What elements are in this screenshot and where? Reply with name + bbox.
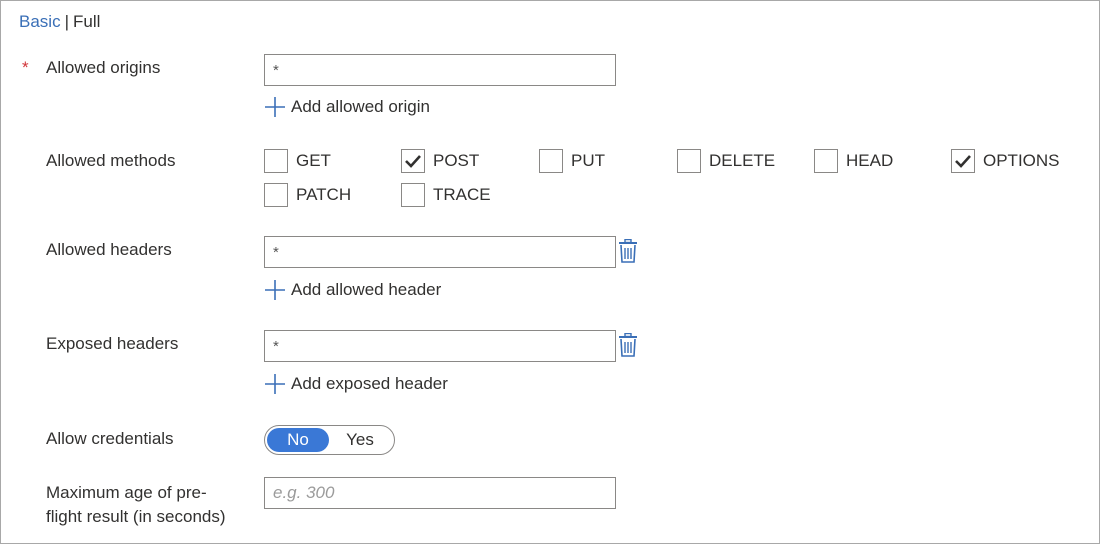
exposed-header-input[interactable]: * <box>264 330 616 362</box>
method-label-delete: DELETE <box>709 151 776 170</box>
method-label-head: HEAD <box>846 151 894 170</box>
add-allowed-origin-label: Add allowed origin <box>291 97 430 116</box>
method-checkbox-options[interactable]: OPTIONS <box>951 149 1060 173</box>
add-exposed-header-label: Add exposed header <box>291 374 448 393</box>
method-label-options: OPTIONS <box>983 151 1060 170</box>
allowed-origin-input[interactable]: * <box>264 54 616 86</box>
checkbox-box[interactable] <box>951 149 975 173</box>
allowed-headers-label: Allowed headers <box>46 240 172 259</box>
plus-icon <box>265 280 285 300</box>
add-allowed-header-button[interactable]: Add allowed header <box>264 279 441 301</box>
checkbox-box[interactable] <box>264 149 288 173</box>
method-checkbox-post[interactable]: POST <box>401 149 479 173</box>
add-exposed-header-button[interactable]: Add exposed header <box>264 373 448 395</box>
allow-credentials-toggle[interactable]: No Yes <box>264 425 395 455</box>
add-allowed-origin-button[interactable]: Add allowed origin <box>264 96 430 118</box>
exposed-headers-label: Exposed headers <box>46 334 179 353</box>
method-checkbox-trace[interactable]: TRACE <box>401 183 491 207</box>
checkmark-icon <box>955 155 971 168</box>
checkbox-box[interactable] <box>264 183 288 207</box>
checkbox-box[interactable] <box>677 149 701 173</box>
plus-icon <box>265 374 285 394</box>
allowed-origins-label: Allowed origins <box>46 58 161 77</box>
mode-switch: Basic | Full <box>19 12 100 32</box>
mode-separator: | <box>64 12 69 31</box>
checkbox-box[interactable] <box>539 149 563 173</box>
method-label-put: PUT <box>571 151 605 170</box>
method-label-get: GET <box>296 151 331 170</box>
method-checkbox-get[interactable]: GET <box>264 149 331 173</box>
method-label-patch: PATCH <box>296 185 352 204</box>
credentials-yes-option[interactable]: Yes <box>329 428 391 452</box>
full-mode-link[interactable]: Full <box>73 12 100 31</box>
add-allowed-header-label: Add allowed header <box>291 280 442 299</box>
checkbox-box[interactable] <box>401 183 425 207</box>
method-checkbox-put[interactable]: PUT <box>539 149 605 173</box>
delete-exposed-header-trash-icon[interactable] <box>617 333 639 357</box>
max-age-placeholder: e.g. 300 <box>273 483 335 502</box>
cors-settings-panel: Basic | Full * Allowed origins * Add allow… <box>0 0 1100 544</box>
method-checkbox-head[interactable]: HEAD <box>814 149 893 173</box>
method-checkbox-patch[interactable]: PATCH <box>264 183 351 207</box>
required-marker: * <box>22 58 29 77</box>
max-age-label-line2: flight result (in seconds) <box>46 507 226 526</box>
allowed-header-input[interactable]: * <box>264 236 616 268</box>
delete-allowed-header-trash-icon[interactable] <box>617 239 639 263</box>
method-label-post: POST <box>433 151 480 170</box>
allowed-header-value: * <box>273 243 279 261</box>
checkbox-box[interactable] <box>401 149 425 173</box>
allowed-methods-label: Allowed methods <box>46 151 176 170</box>
checkbox-box[interactable] <box>814 149 838 173</box>
allowed-origin-value: * <box>273 61 279 79</box>
max-age-label-line1: Maximum age of pre- <box>46 483 207 502</box>
max-age-input[interactable]: e.g. 300 <box>264 477 616 509</box>
plus-icon <box>265 97 285 117</box>
allow-credentials-label: Allow credentials <box>46 429 174 448</box>
credentials-no-option[interactable]: No <box>267 428 329 452</box>
exposed-header-value: * <box>273 337 279 355</box>
method-checkbox-delete[interactable]: DELETE <box>677 149 775 173</box>
method-label-trace: TRACE <box>433 185 491 204</box>
checkmark-icon <box>405 155 421 168</box>
basic-mode-link[interactable]: Basic <box>19 12 61 31</box>
